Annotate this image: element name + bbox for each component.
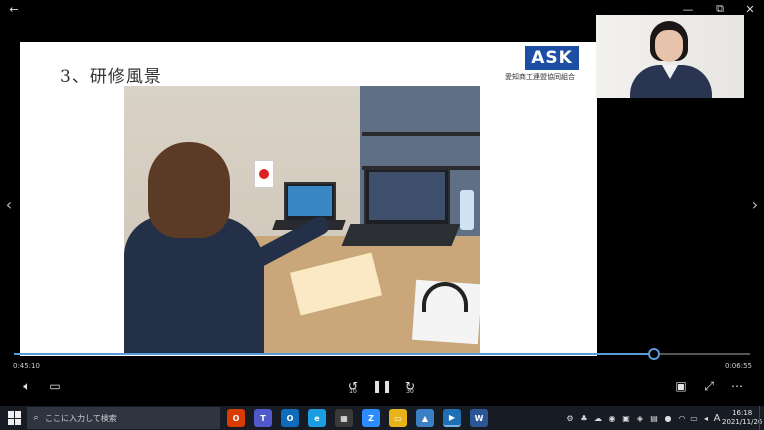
fullscreen-icon[interactable]: ⤢ (698, 377, 720, 395)
skip-forward-label: 30 (406, 388, 414, 395)
taskbar-app-media-player[interactable]: ▶ (443, 409, 461, 427)
taskbar-app-word[interactable]: W (470, 409, 488, 427)
training-photo (124, 86, 480, 354)
taskbar-app-photos[interactable]: ▲ (416, 409, 434, 427)
search-placeholder: ここに入力して検索 (45, 413, 117, 423)
slide-title: 3、研修風景 (60, 67, 162, 87)
seek-progress (14, 353, 655, 355)
onedrive-icon[interactable]: ☁ (592, 411, 604, 425)
clock-time: 16:18 (732, 409, 753, 417)
tray-icon-1[interactable]: ⚙ (564, 411, 576, 425)
chevron-right-icon[interactable]: › (748, 195, 762, 214)
taskbar-app-teams[interactable]: T (254, 409, 272, 427)
search-icon: ⌕ (33, 413, 39, 423)
presenter-video (596, 15, 744, 98)
clock[interactable]: 16:18 2021/11/26 (722, 409, 762, 427)
pause-button[interactable]: ❚❚ (371, 377, 393, 395)
chevron-left-icon[interactable]: ‹ (2, 195, 16, 214)
taskbar-app-zoom[interactable]: Z (362, 409, 380, 427)
mini-view-icon[interactable]: ▣ (670, 377, 692, 395)
taskbar-app-edge[interactable]: e (308, 409, 326, 427)
wifi-icon[interactable]: ◠ (676, 411, 688, 425)
taskbar: ⌕ ここに入力して検索 O T Oe ▦ Z ▭ ▲ ▶ W ⚙ ♣ ☁ ◉ ▣ ◈ ▤ ● ◠… (0, 406, 764, 430)
taskbar-app-outlook[interactable]: O (281, 409, 299, 427)
skip-back-label: 10 (349, 388, 357, 395)
taskbar-app-office[interactable]: O (227, 409, 245, 427)
seek-bar[interactable] (14, 348, 750, 360)
show-desktop-button[interactable] (759, 406, 764, 430)
tray-icon-2[interactable]: ♣ (578, 411, 590, 425)
clock-date: 2021/11/26 (722, 418, 763, 426)
captions-icon[interactable]: ▭ (44, 377, 66, 395)
skip-forward-button[interactable]: ↻ 30 (399, 377, 421, 395)
taskbar-app-store[interactable]: ▦ (335, 409, 353, 427)
total-time: 0:06:55 (725, 362, 752, 370)
back-arrow-icon[interactable]: ← (2, 0, 26, 18)
ask-logo: ASK (525, 46, 579, 70)
taskbar-search[interactable]: ⌕ ここに入力して検索 (27, 407, 220, 429)
taskbar-app-explorer[interactable]: ▭ (389, 409, 407, 427)
more-options-icon[interactable]: ⋯ (726, 377, 748, 395)
presentation-slide: 3、研修風景 ASK 愛知商工連盟協同組合 (20, 42, 597, 356)
current-time: 0:45:10 (13, 362, 40, 370)
tray-icon-6[interactable]: ▤ (648, 411, 660, 425)
seek-thumb[interactable] (648, 348, 661, 360)
windows-start-icon[interactable] (8, 411, 22, 425)
logo-subtitle: 愛知商工連盟協同組合 (505, 73, 575, 81)
volume-icon[interactable]: 🔈︎ (16, 377, 38, 395)
media-player-window: ← — ⧉ ✕ 3、研修風景 ASK 愛知商工連盟協同組合 ‹ › 0:45:1… (0, 0, 764, 430)
skip-back-button[interactable]: ↺ 10 (342, 377, 364, 395)
tray-icon-3[interactable]: ◉ (606, 411, 618, 425)
tray-icon-4[interactable]: ▣ (620, 411, 632, 425)
tray-icon-5[interactable]: ◈ (634, 411, 646, 425)
battery-icon[interactable]: ▭ (688, 411, 700, 425)
tray-icon-7[interactable]: ● (662, 411, 674, 425)
